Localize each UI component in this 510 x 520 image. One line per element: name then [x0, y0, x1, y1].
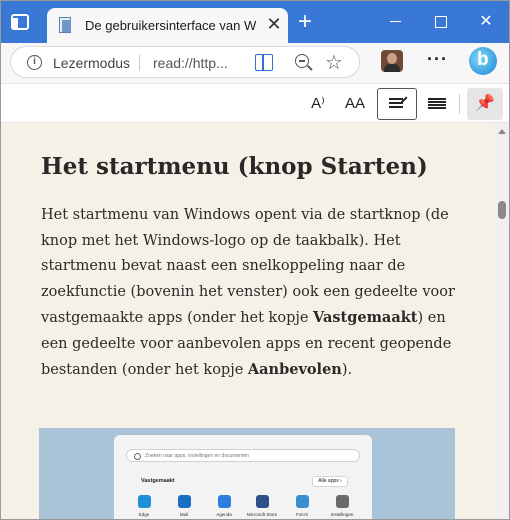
profile-avatar[interactable] — [381, 50, 403, 72]
read-aloud-icon[interactable]: A⁾ — [307, 91, 329, 117]
reader-mode-label: Lezermodus — [53, 55, 131, 71]
calendar-app: Agenda — [204, 495, 244, 517]
start-menu-panel: Zoeken naar apps, instellingen en docume… — [114, 435, 372, 519]
document-favicon-icon — [59, 17, 71, 33]
close-window-button[interactable]: ✕ — [475, 11, 497, 33]
vertical-scrollbar[interactable] — [494, 123, 509, 519]
start-menu-screenshot: Zoeken naar apps, instellingen en docume… — [39, 428, 455, 519]
calendar-icon — [217, 495, 231, 508]
start-search-box: Zoeken naar apps, instellingen en docume… — [126, 449, 360, 462]
reader-content: Het startmenu (knop Starten) Het startme… — [1, 123, 494, 519]
recommended-keyword: Aanbevolen — [247, 361, 342, 378]
app-label: Agenda — [216, 512, 232, 517]
app-label: Mail — [179, 512, 189, 517]
tab-title: De gebruikersinterface van Windows 11 — [85, 18, 257, 33]
more-options-icon[interactable]: ··· — [427, 49, 448, 70]
scroll-up-arrow-icon[interactable] — [498, 129, 506, 134]
pin-toolbar-icon[interactable]: 📌 — [467, 88, 503, 120]
tab-close-icon[interactable]: ✕ — [265, 15, 283, 33]
minimize-button[interactable] — [385, 11, 407, 33]
tab-active[interactable]: De gebruikersinterface van Windows 11 ✕ — [47, 8, 288, 43]
article-heading: Het startmenu (knop Starten) — [41, 153, 428, 180]
tab-actions-icon[interactable] — [11, 14, 29, 30]
immersive-reader-icon[interactable] — [255, 54, 273, 71]
omnibox[interactable]: i Lezermodus read://http... ☆ — [10, 46, 360, 78]
site-info-icon[interactable]: i — [27, 55, 42, 70]
store-app: Microsoft Store — [242, 495, 282, 517]
app-label: Microsoft Store — [246, 512, 278, 517]
maximize-button[interactable] — [429, 11, 451, 33]
address-bar: i Lezermodus read://http... ☆ ··· — [1, 43, 509, 83]
pinned-keyword: Vastgemaakt — [313, 309, 418, 326]
favorite-star-icon[interactable]: ☆ — [325, 50, 343, 75]
mail-icon — [177, 495, 191, 508]
settings-gear-icon — [335, 495, 349, 508]
photos-icon — [295, 495, 309, 508]
all-apps-button: Alle apps › — [312, 476, 348, 487]
text-preferences-icon[interactable]: AA — [343, 91, 367, 117]
browser-window: De gebruikersinterface van Windows 11 ✕ … — [0, 0, 510, 520]
store-icon — [255, 495, 269, 508]
settings-app: Instellingen — [322, 495, 362, 517]
scroll-thumb[interactable] — [498, 201, 506, 219]
edge-app: Edge — [124, 495, 164, 517]
omnibox-divider — [139, 55, 140, 71]
app-label: Foto's — [295, 512, 309, 517]
app-label: Instellingen — [330, 512, 354, 517]
new-tab-button[interactable]: + — [294, 10, 316, 34]
tab-bar: De gebruikersinterface van Windows 11 ✕ … — [1, 1, 509, 43]
grammar-tools-icon[interactable] — [427, 91, 447, 117]
reading-preferences-icon[interactable] — [377, 88, 417, 120]
copilot-icon[interactable] — [469, 47, 497, 75]
url-text[interactable]: read://http... — [153, 55, 228, 71]
app-label: Edge — [138, 512, 150, 517]
reader-toolbar: A⁾ AA 📌 — [1, 83, 509, 123]
article-paragraph: Het startmenu van Windows opent via de s… — [41, 203, 461, 384]
edge-icon — [137, 495, 151, 508]
toolbar-divider — [459, 94, 460, 114]
mail-app: Mail — [164, 495, 204, 517]
zoom-out-icon[interactable] — [295, 54, 309, 68]
photos-app: Foto's — [282, 495, 322, 517]
paragraph-text: ). — [341, 362, 353, 378]
pinned-heading: Vastgemaakt — [141, 478, 175, 484]
